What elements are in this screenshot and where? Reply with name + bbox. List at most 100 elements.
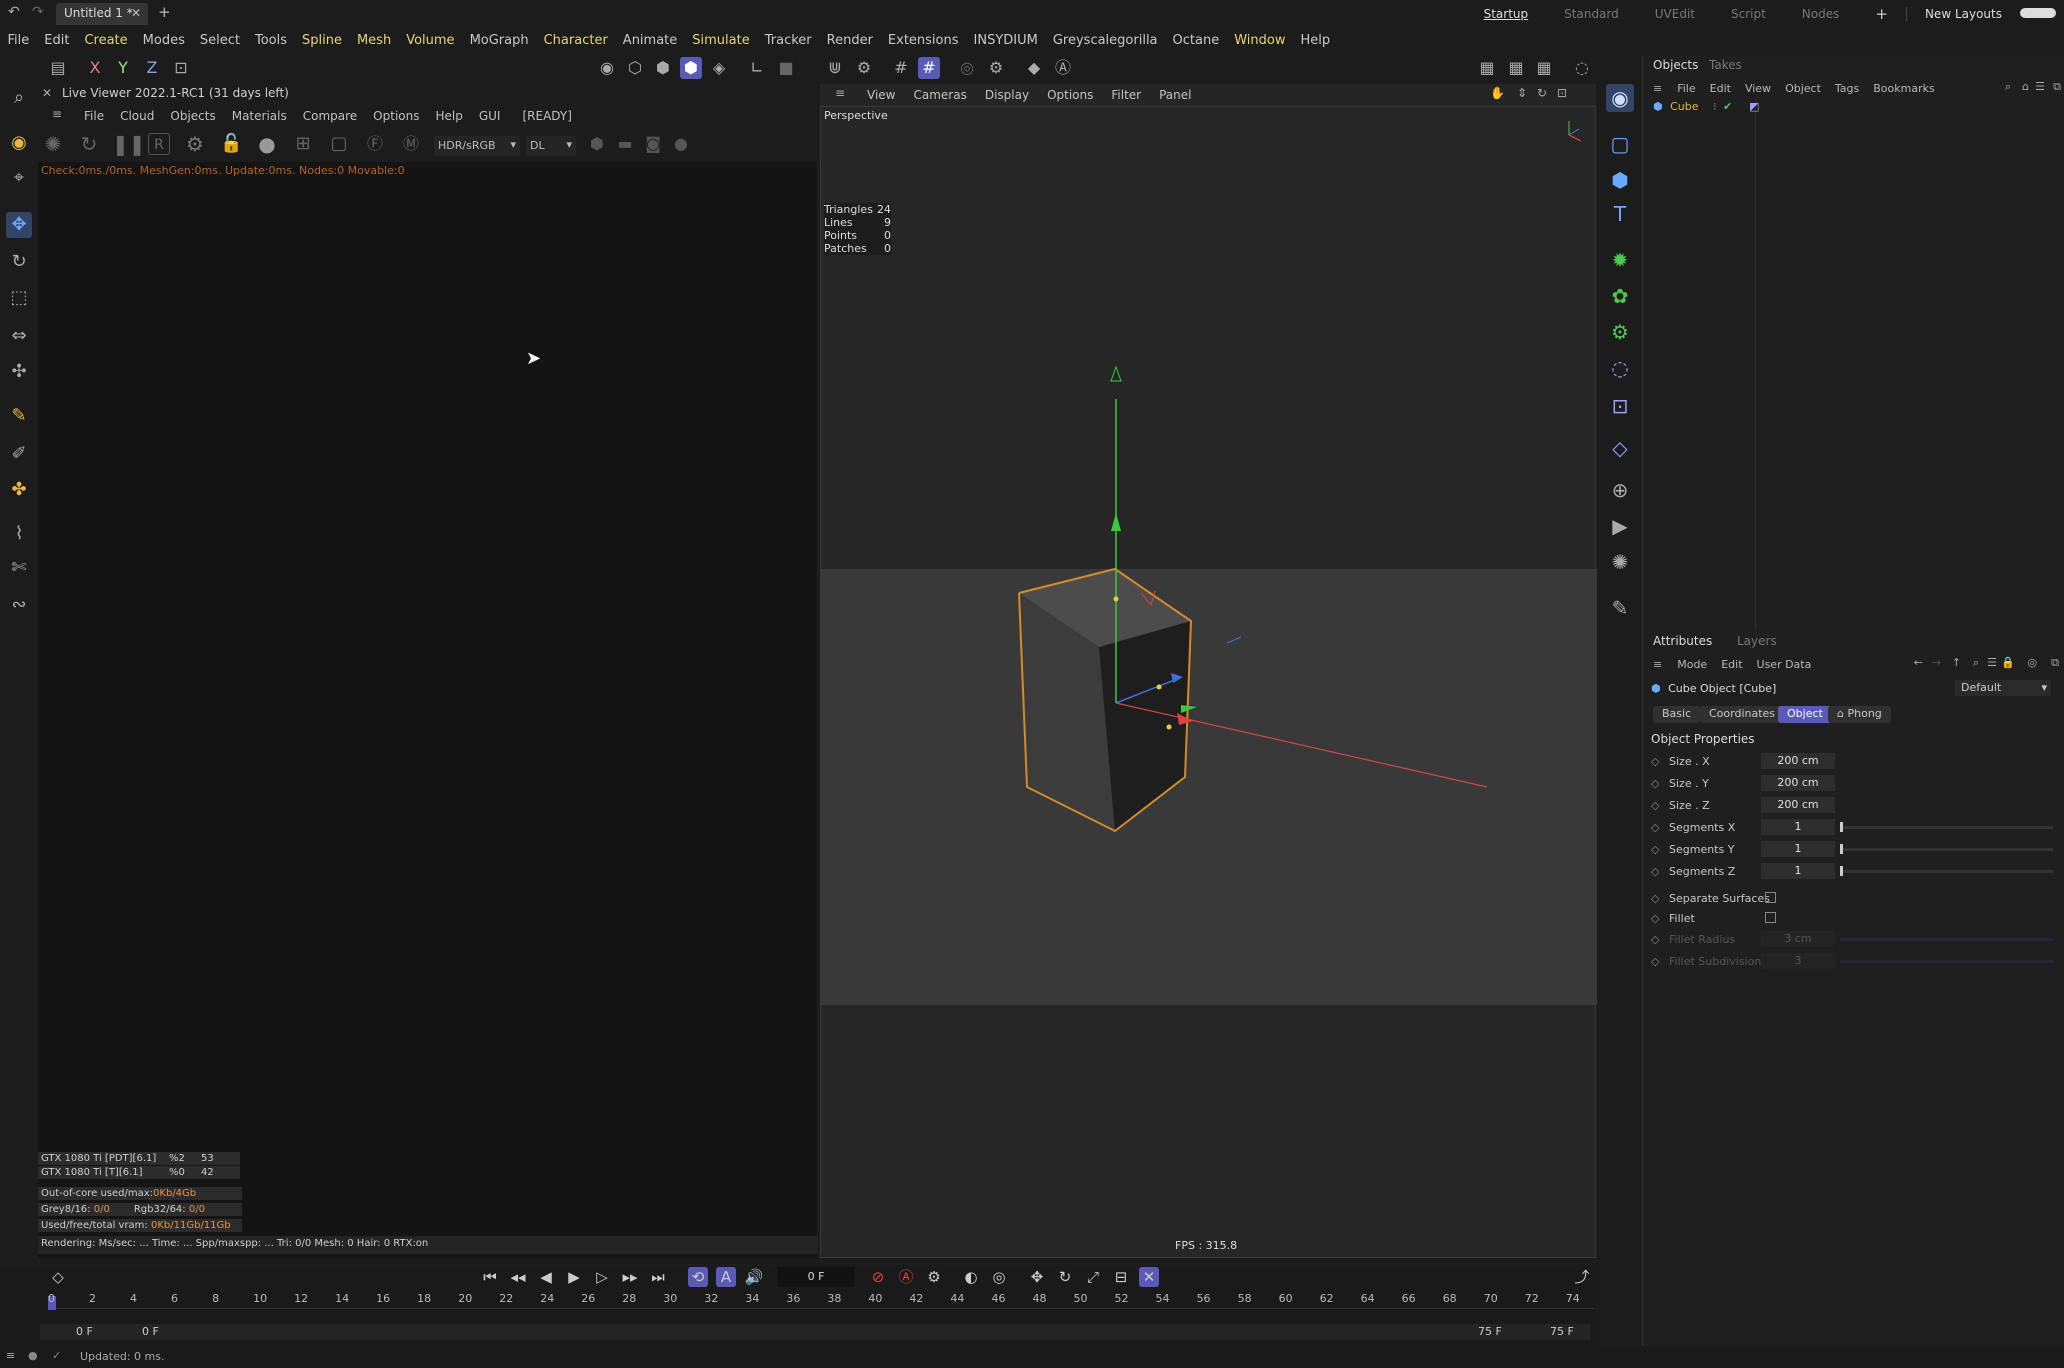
layout-standard[interactable]: Standard (1546, 7, 1637, 21)
spline-tools-icon[interactable]: ✤ (6, 477, 32, 503)
separate-surfaces-checkbox[interactable] (1765, 892, 1776, 903)
property-value[interactable]: 200 cm (1761, 797, 1835, 813)
layout-startup[interactable]: Startup (1466, 7, 1547, 21)
tab-phong[interactable]: ⌂ Phong (1828, 706, 1891, 723)
render-settings-icon[interactable]: ▦ (1533, 57, 1555, 79)
tab-attributes[interactable]: Attributes (1653, 634, 1712, 648)
viewport-canvas[interactable]: Perspective Triangles 24 Lines 9 Points 0 P… (820, 106, 1597, 1258)
slider-handle[interactable] (1840, 844, 1843, 854)
menu-animate[interactable]: Animate (615, 33, 684, 48)
slider-handle[interactable] (1840, 822, 1843, 832)
lv-menu-objects[interactable]: Objects (162, 109, 223, 123)
layout-uvedit[interactable]: UVEdit (1637, 7, 1713, 21)
back-arrow-icon[interactable]: ← (1914, 656, 1923, 669)
selection-icon[interactable]: ◉ (6, 130, 32, 156)
hamburger-icon[interactable]: ≡ (44, 107, 70, 121)
refresh-icon[interactable]: ↻ (78, 133, 100, 155)
menu-edit[interactable]: Edit (37, 33, 77, 48)
tab-basic[interactable]: Basic (1653, 706, 1701, 723)
transform-icon[interactable]: ⇔ (6, 323, 32, 349)
add-icon[interactable]: ⊞ (292, 133, 314, 155)
search-icon[interactable]: ⌕ (6, 85, 32, 111)
axis-x-button[interactable]: X (84, 57, 106, 79)
solo-icon[interactable]: ■ (775, 57, 797, 79)
current-frame-field[interactable]: 0 F (778, 1267, 854, 1287)
key-pla-icon[interactable]: ✕ (1139, 1267, 1159, 1287)
key-rotate-icon[interactable]: ↻ (1055, 1267, 1075, 1287)
timeline-range-bar[interactable]: 0 F 0 F 75 F 75 F (40, 1324, 1590, 1340)
lv-menu-gui[interactable]: GUI (471, 109, 509, 123)
timeline-ruler[interactable]: 0 2 4 6 8 10 12 14 16 18 20 22 24 26 28 30 32 34 36 38 40 42 4… (48, 1292, 1594, 1312)
effector-icon[interactable]: ⚙ (1606, 318, 1634, 346)
field-icon[interactable]: ⊡ (1606, 392, 1634, 420)
menu-window[interactable]: Window (1227, 33, 1293, 48)
settings-icon[interactable]: ◎ (2027, 656, 2037, 669)
menu-create[interactable]: Create (77, 33, 135, 48)
close-icon[interactable]: ✕ (131, 6, 141, 20)
lv-menu-options[interactable]: Options (365, 109, 427, 123)
tag-icon[interactable]: ◩ (1749, 100, 1759, 113)
slider-handle[interactable] (1840, 866, 1843, 876)
paint-icon[interactable]: ⌇ (6, 521, 32, 547)
layout-nodes[interactable]: Nodes (1784, 7, 1858, 21)
spline-pen-icon[interactable]: ✎ (6, 403, 32, 429)
cube-object[interactable] (1018, 567, 1193, 833)
polygons-mode-icon[interactable]: ⬢ (652, 57, 674, 79)
layout-script[interactable]: Script (1713, 7, 1784, 21)
brush-icon[interactable]: ∾ (6, 592, 32, 618)
up-arrow-icon[interactable]: ↑ (1952, 656, 1961, 669)
camera-icon[interactable]: ◙ (642, 133, 664, 155)
keyframe-icon[interactable]: ◇ (1651, 821, 1659, 834)
settings-icon[interactable]: ⚙ (985, 57, 1007, 79)
key-param-icon[interactable]: ⊟ (1111, 1267, 1131, 1287)
keyframe-icon[interactable]: ◇ (1651, 799, 1659, 812)
obj-menu-tags[interactable]: Tags (1828, 82, 1866, 95)
null-object-icon[interactable]: ▢ (1606, 130, 1634, 158)
text-icon[interactable]: T (1606, 200, 1634, 228)
home-icon[interactable]: ⌂ (2022, 80, 2029, 93)
model-mode-icon[interactable]: ⬢ (680, 57, 702, 79)
cloner-icon[interactable]: ✿ (1606, 282, 1634, 310)
playback-rate-icon[interactable]: A (716, 1267, 736, 1287)
visibility-icon[interactable]: ⁝ (1713, 100, 1717, 113)
next-frame-icon[interactable]: ▷ (592, 1267, 612, 1287)
pause-icon[interactable]: ❚❚ (112, 133, 146, 155)
vp-menu-display[interactable]: Display (976, 88, 1038, 102)
forward-arrow-icon[interactable]: → (1932, 656, 1941, 669)
edges-mode-icon[interactable]: ⬡ (624, 57, 646, 79)
menu-mesh[interactable]: Mesh (349, 33, 398, 48)
snap-tool-icon[interactable]: ✣ (6, 359, 32, 385)
menu-greyscalegorilla[interactable]: Greyscalegorilla (1045, 33, 1165, 48)
add-layout-button[interactable]: + (1857, 5, 1906, 23)
menu-mograph[interactable]: MoGraph (462, 33, 536, 48)
move-icon[interactable]: ✥ (6, 212, 32, 238)
lock-workplane-icon[interactable]: ◎ (956, 57, 978, 79)
slider-track[interactable] (1840, 826, 2053, 829)
property-value[interactable]: 1 (1761, 863, 1835, 879)
go-to-start-icon[interactable]: ⏮ (480, 1267, 500, 1287)
tab-layers[interactable]: Layers (1737, 634, 1777, 648)
lv-menu-file[interactable]: File (76, 109, 112, 123)
lock-icon[interactable]: 🔓 (220, 133, 242, 155)
light-icon[interactable]: ✺ (1606, 548, 1634, 576)
menu-character[interactable]: Character (536, 33, 615, 48)
search-icon[interactable]: ⌕ (2005, 80, 2011, 94)
circle-icon[interactable]: ● (670, 133, 692, 155)
live-viewer-icon[interactable]: ◌ (1571, 57, 1593, 79)
menu-tools[interactable]: Tools (247, 33, 294, 48)
keyframe-icon[interactable]: ◇ (1651, 892, 1659, 905)
lv-menu-materials[interactable]: Materials (224, 109, 295, 123)
axis-y-button[interactable]: Y (112, 57, 134, 79)
clapboard-icon[interactable]: ▤ (47, 57, 69, 79)
points-mode-icon[interactable]: ◉ (596, 57, 618, 79)
menu-select[interactable]: Select (192, 33, 247, 48)
deformer-icon[interactable]: ◌ (1606, 354, 1634, 382)
new-window-icon[interactable]: ⧉ (2051, 656, 2059, 670)
menu-spline[interactable]: Spline (295, 33, 350, 48)
obj-menu-object[interactable]: Object (1778, 82, 1828, 95)
menu-extensions[interactable]: Extensions (880, 33, 966, 48)
property-value[interactable]: 200 cm (1761, 753, 1835, 769)
tag-icon[interactable]: ✎ (1606, 594, 1634, 622)
range-end-preview[interactable]: 75 F (1478, 1325, 1502, 1338)
hamburger-icon[interactable]: ≡ (826, 86, 854, 100)
